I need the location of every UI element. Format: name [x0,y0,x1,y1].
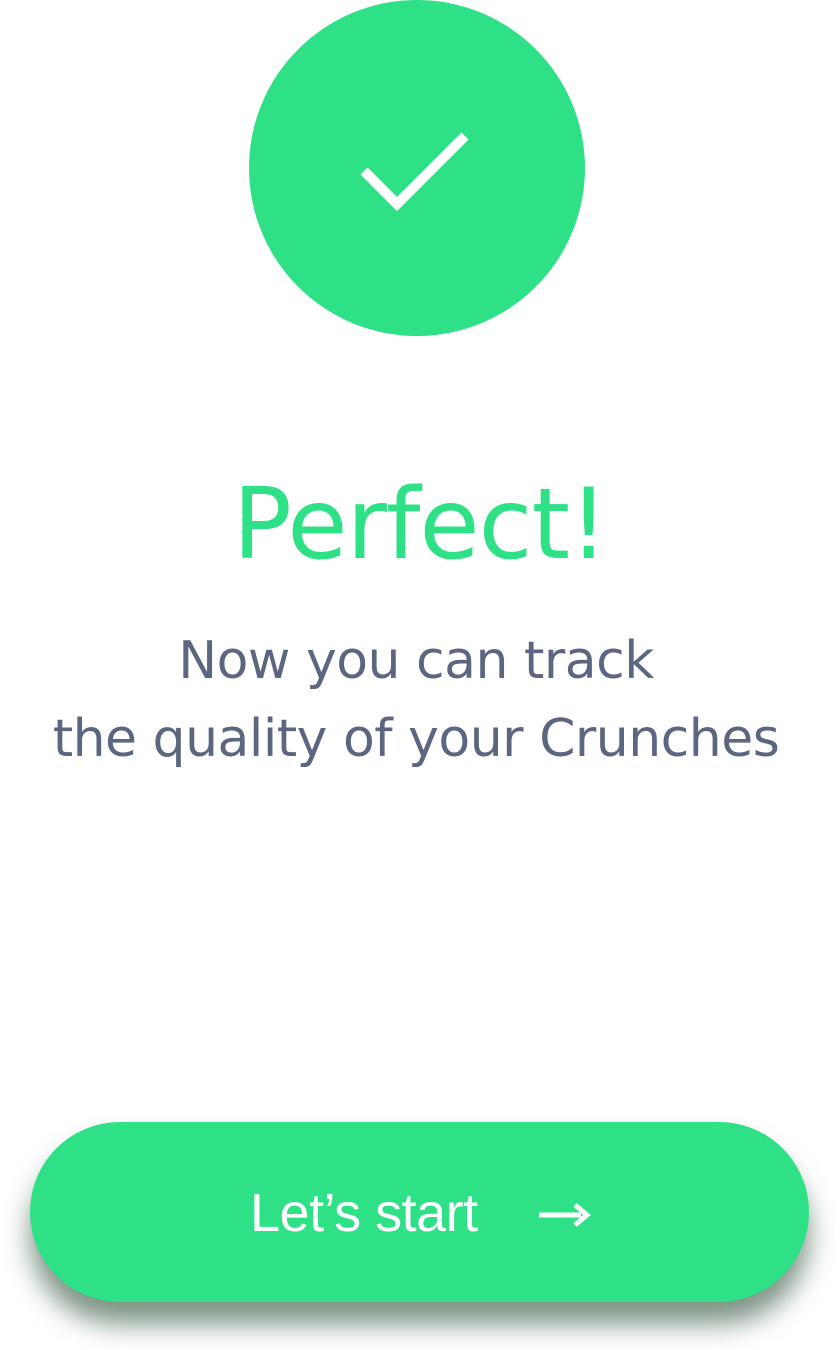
lets-start-button[interactable]: Let’s start [30,1122,809,1302]
success-message: Now you can track the quality of your Cr… [0,622,832,778]
arrow-right-icon [539,1203,591,1227]
page-title: Perfect! [232,468,609,582]
success-message-line-1: Now you can track [178,631,654,691]
success-message-line-2: the quality of your Crunches [52,709,780,769]
lets-start-label: Let’s start [250,1183,478,1243]
checkmark-icon [360,132,469,212]
success-badge [249,0,585,336]
